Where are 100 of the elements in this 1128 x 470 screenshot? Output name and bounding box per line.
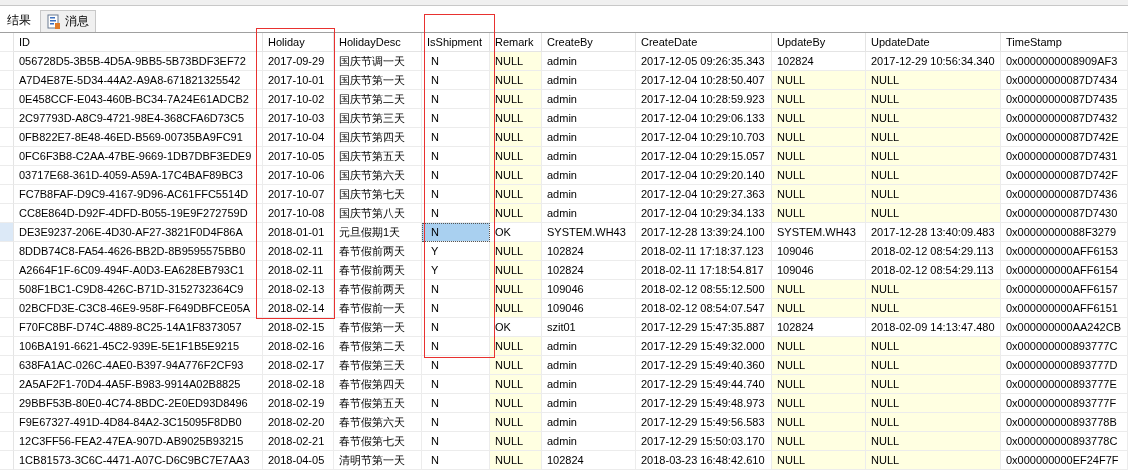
table-cell: 638FA1AC-026C-4AE0-B397-94A776F2CF93: [14, 356, 263, 375]
column-header[interactable]: UpdateBy: [772, 33, 866, 52]
row-header[interactable]: [0, 280, 14, 299]
table-cell: admin: [542, 90, 636, 109]
table-cell: 2018-02-14: [263, 299, 334, 318]
table-cell: NULL: [866, 90, 1001, 109]
table-cell: 0x000000000AA242CB: [1001, 318, 1128, 337]
table-cell: NULL: [866, 451, 1001, 470]
column-header[interactable]: CreateDate: [636, 33, 772, 52]
table-cell: 0x000000000893777E: [1001, 375, 1128, 394]
row-header[interactable]: [0, 223, 14, 242]
table-cell: 0x00000000087D7435: [1001, 90, 1128, 109]
table-cell: 0x0000000008909AF3: [1001, 52, 1128, 71]
table-cell: 102824: [542, 451, 636, 470]
tab[interactable]: 消息: [40, 10, 96, 32]
table-cell: 2017-10-04: [263, 128, 334, 147]
table-cell: NULL: [772, 451, 866, 470]
table-cell: NULL: [866, 356, 1001, 375]
table-cell: 2A5AF2F1-70D4-4A5F-B983-9914A02B8825: [14, 375, 263, 394]
row-header[interactable]: [0, 185, 14, 204]
table-cell: NULL: [772, 90, 866, 109]
table-cell: N: [422, 223, 490, 242]
table-cell: 2017-10-07: [263, 185, 334, 204]
table-cell: NULL: [866, 280, 1001, 299]
row-header[interactable]: [0, 451, 14, 470]
table-cell: 2017-10-06: [263, 166, 334, 185]
table-cell: 2018-02-21: [263, 432, 334, 451]
table-cell: NULL: [772, 147, 866, 166]
table-cell: NULL: [490, 432, 542, 451]
table-cell: DE3E9237-206E-4D30-AF27-3821F0D4F86A: [14, 223, 263, 242]
column-header[interactable]: UpdateDate: [866, 33, 1001, 52]
table-cell: 2017-10-02: [263, 90, 334, 109]
table-cell: 国庆节第一天: [334, 71, 422, 90]
table-cell: NULL: [490, 166, 542, 185]
table-cell: admin: [542, 432, 636, 451]
row-header[interactable]: [0, 356, 14, 375]
table-cell: admin: [542, 204, 636, 223]
column-header[interactable]: ID: [14, 33, 263, 52]
column-header[interactable]: CreateBy: [542, 33, 636, 52]
table-cell: 0x00000000087D7430: [1001, 204, 1128, 223]
table-cell: 春节假第二天: [334, 337, 422, 356]
row-header[interactable]: [0, 128, 14, 147]
row-header[interactable]: [0, 90, 14, 109]
table-cell: NULL: [490, 356, 542, 375]
table-cell: NULL: [490, 413, 542, 432]
table-cell: 0x00000000087D7431: [1001, 147, 1128, 166]
table-cell: 0x000000000EF24F7F: [1001, 451, 1128, 470]
row-header[interactable]: [0, 413, 14, 432]
row-header[interactable]: [0, 71, 14, 90]
table-cell: 2018-02-11: [263, 261, 334, 280]
table-cell: 2017-10-03: [263, 109, 334, 128]
table-cell: 0x00000000087D742E: [1001, 128, 1128, 147]
table-cell: 0FB822E7-8E48-46ED-B569-00735BA9FC91: [14, 128, 263, 147]
row-header[interactable]: [0, 318, 14, 337]
table-cell: NULL: [772, 375, 866, 394]
table-cell: NULL: [772, 432, 866, 451]
table-cell: 29BBF53B-80E0-4C74-8BDC-2E0ED93D8496: [14, 394, 263, 413]
row-header[interactable]: [0, 109, 14, 128]
table-cell: 0x00000000087D742F: [1001, 166, 1128, 185]
column-header[interactable]: IsShipment: [422, 33, 490, 52]
table-cell: 春节假第六天: [334, 413, 422, 432]
table-cell: 国庆节第八天: [334, 204, 422, 223]
table-cell: szit01: [542, 318, 636, 337]
row-header[interactable]: [0, 299, 14, 318]
column-header[interactable]: Holiday: [263, 33, 334, 52]
table-cell: 国庆节第五天: [334, 147, 422, 166]
row-header[interactable]: [0, 52, 14, 71]
row-header[interactable]: [0, 375, 14, 394]
table-cell: 0E458CCF-E043-460B-BC34-7A24E61ADCB2: [14, 90, 263, 109]
table-cell: admin: [542, 375, 636, 394]
table-cell: 02BCFD3E-C3C8-46E9-958F-F649DBFCE05A: [14, 299, 263, 318]
corner-header[interactable]: [0, 33, 14, 52]
table-cell: 2018-01-01: [263, 223, 334, 242]
table-cell: 2018-02-12 08:54:29.113: [866, 242, 1001, 261]
row-header[interactable]: [0, 337, 14, 356]
table-cell: F70FC8BF-D74C-4889-8C25-14A1F8373057: [14, 318, 263, 337]
column-header[interactable]: HolidayDesc: [334, 33, 422, 52]
table-cell: NULL: [490, 185, 542, 204]
row-header[interactable]: [0, 147, 14, 166]
table-cell: NULL: [772, 166, 866, 185]
row-header[interactable]: [0, 242, 14, 261]
table-cell: admin: [542, 166, 636, 185]
table-cell: SYSTEM.WH43: [542, 223, 636, 242]
table-cell: 0x00000000087D7434: [1001, 71, 1128, 90]
table-cell: NULL: [490, 71, 542, 90]
table-cell: FC7B8FAF-D9C9-4167-9D96-AC61FFC5514D: [14, 185, 263, 204]
row-header[interactable]: [0, 394, 14, 413]
column-header[interactable]: TimeStamp: [1001, 33, 1128, 52]
table-cell: 国庆节第四天: [334, 128, 422, 147]
table-cell: 2017-12-05 09:26:35.343: [636, 52, 772, 71]
table-cell: 2C97793D-A8C9-4721-98E4-368CFA6D73C5: [14, 109, 263, 128]
table-cell: 8DDB74C8-FA54-4626-BB2D-8B9595575BB0: [14, 242, 263, 261]
table-cell: NULL: [772, 185, 866, 204]
row-header[interactable]: [0, 166, 14, 185]
row-header[interactable]: [0, 432, 14, 451]
table-cell: 春节假第一天: [334, 318, 422, 337]
table-cell: CC8E864D-D92F-4DFD-B055-19E9F272759D: [14, 204, 263, 223]
table-cell: NULL: [490, 451, 542, 470]
row-header[interactable]: [0, 261, 14, 280]
table-cell: 春节假第五天: [334, 394, 422, 413]
